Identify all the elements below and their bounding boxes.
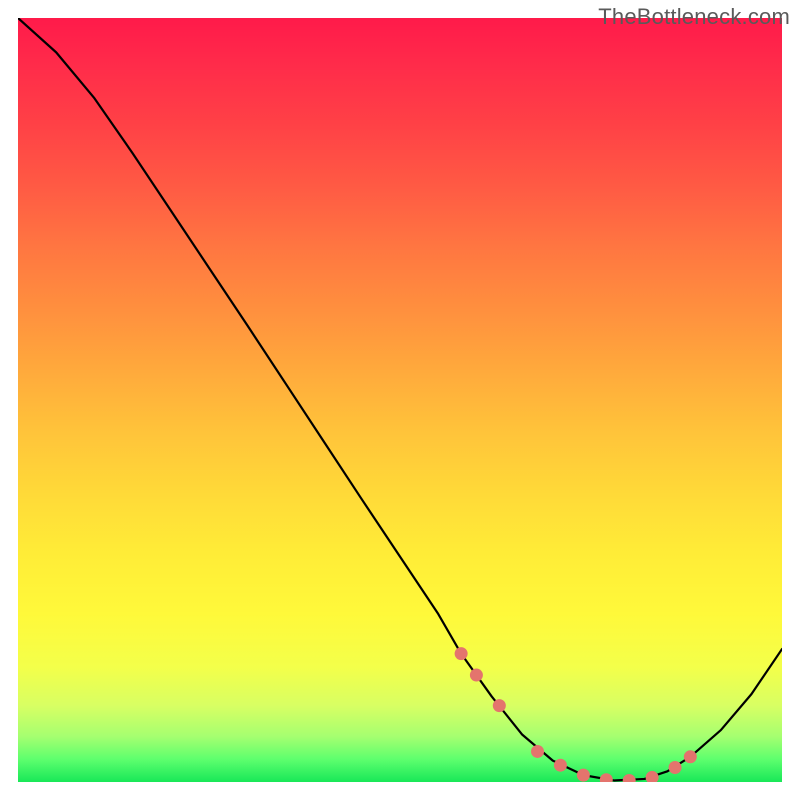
bottleneck-curve <box>18 18 782 780</box>
plot-area <box>18 18 782 782</box>
chart-container: TheBottleneck.com <box>0 0 800 800</box>
curve-marker <box>493 699 506 712</box>
curve-marker <box>646 771 659 782</box>
curve-marker <box>623 774 636 782</box>
curve-marker <box>600 773 613 782</box>
watermark-text: TheBottleneck.com <box>598 4 790 30</box>
curve-marker <box>684 750 697 763</box>
curve-marker <box>554 759 567 772</box>
marker-group <box>455 647 697 782</box>
curve-overlay <box>18 18 782 782</box>
curve-marker <box>669 761 682 774</box>
curve-marker <box>577 769 590 782</box>
curve-marker <box>470 669 483 682</box>
curve-marker <box>455 647 468 660</box>
curve-marker <box>531 745 544 758</box>
